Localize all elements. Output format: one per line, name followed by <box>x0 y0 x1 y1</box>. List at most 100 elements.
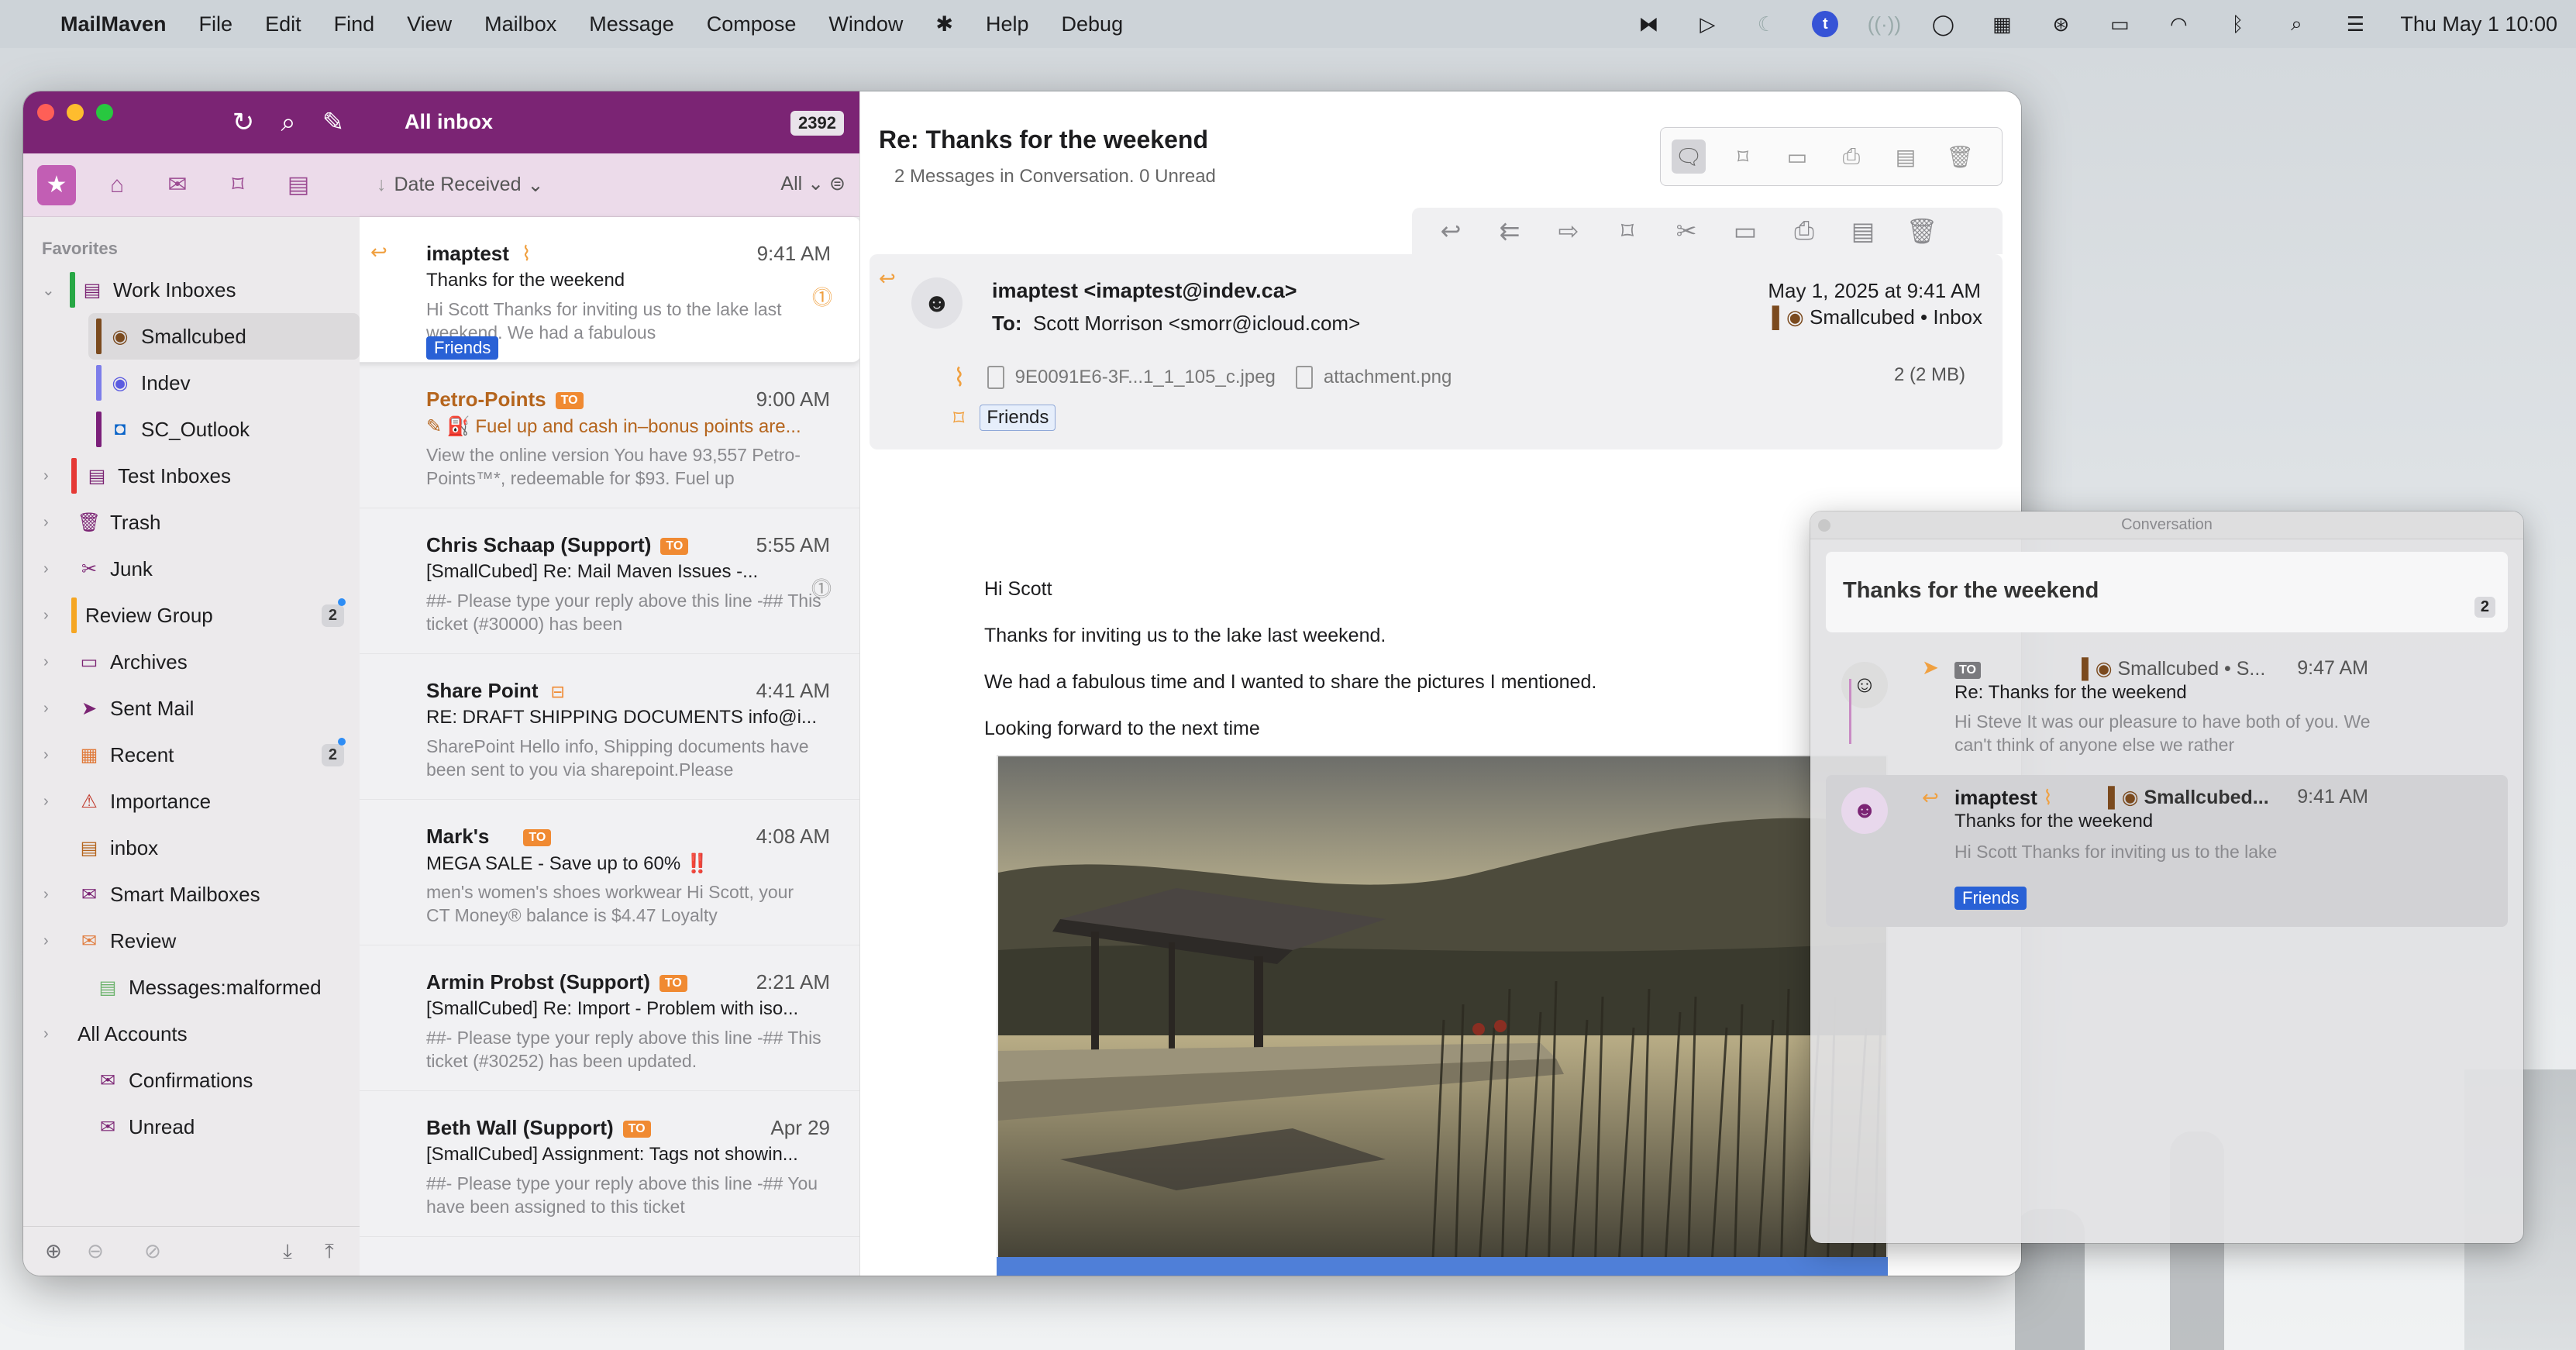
calendar-tab-icon[interactable]: ▤ <box>279 165 318 205</box>
sidebar-item-work-inboxes[interactable]: ⌄ ▤ Work Inboxes <box>23 267 360 313</box>
sidebar-item-recent[interactable]: › ▦ Recent 2 <box>23 732 360 778</box>
sidebar-item-all-accounts[interactable]: › All Accounts <box>23 1011 360 1057</box>
chevron-right-icon[interactable]: › <box>43 514 49 532</box>
import-icon[interactable]: ⤓ <box>276 1239 299 1264</box>
t-app-icon[interactable]: t <box>1811 11 1839 37</box>
chevron-down-icon[interactable]: ⌄ <box>527 174 543 197</box>
chevron-right-icon[interactable]: › <box>43 746 49 764</box>
menu-message[interactable]: Message <box>589 12 674 36</box>
sidebar-item-confirmations[interactable]: ✉ Confirmations <box>23 1057 360 1104</box>
menu-help[interactable]: Help <box>986 12 1029 36</box>
attachment-file[interactable]: 9E0091E6-3F...1_1_105_c.jpeg <box>987 366 1276 389</box>
tag-label[interactable]: Friends <box>980 405 1056 431</box>
chevron-right-icon[interactable]: › <box>43 1025 49 1043</box>
chevron-right-icon[interactable]: › <box>43 467 49 485</box>
action-icon[interactable]: ⊘ <box>141 1239 164 1263</box>
sidebar-item-messages-malformed[interactable]: ▤ Messages:malformed <box>23 964 360 1011</box>
broadcast-icon[interactable]: ((·)) <box>1868 12 1901 36</box>
menu-window[interactable]: Window <box>828 12 903 36</box>
wifi-icon[interactable]: ◠ <box>2164 12 2192 36</box>
list-item[interactable]: Petro-Points TO 9:00 AM ✎ ⛽ Fuel up and c… <box>360 363 859 508</box>
control-center-icon[interactable]: ☰ <box>2341 12 2369 36</box>
search-mailbox-tab-icon[interactable]: ✉ <box>158 165 197 205</box>
favorites-tab-icon[interactable]: ★ <box>37 164 76 205</box>
clapper-icon[interactable]: ▤ <box>1846 216 1880 246</box>
menu-file[interactable]: File <box>199 12 233 36</box>
chevron-right-icon[interactable]: › <box>43 932 49 950</box>
play-icon[interactable]: ▷ <box>1693 12 1721 36</box>
menu-compose[interactable]: Compose <box>707 12 797 36</box>
clapper-icon[interactable]: ▤ <box>1889 139 1923 174</box>
list-item[interactable]: Armin Probst (Support) TO 2:21 AM [SmallC… <box>360 945 859 1091</box>
add-icon[interactable]: ⊕ <box>42 1239 65 1263</box>
print-icon[interactable]: ⎙ <box>1834 139 1868 174</box>
sidebar-item-archives[interactable]: › ▭ Archives <box>23 639 360 685</box>
sidebar-item-indev[interactable]: ◉ Indev <box>23 360 360 406</box>
minimize-window-button[interactable] <box>67 104 84 121</box>
sort-dropdown[interactable]: Date Received <box>394 174 522 196</box>
vpn-icon[interactable]: ⊛ <box>2047 12 2075 36</box>
sidebar-item-importance[interactable]: › ⚠ Importance <box>23 778 360 825</box>
trash-icon[interactable]: 🗑 <box>1943 139 1977 174</box>
reply-all-icon[interactable]: ⇇ <box>1493 216 1527 246</box>
menu-clock[interactable]: Thu May 1 10:00 <box>2400 12 2557 36</box>
menu-view[interactable]: View <box>407 12 452 36</box>
archive-icon[interactable]: ▭ <box>1780 139 1814 174</box>
chevron-right-icon[interactable]: › <box>43 607 49 625</box>
zoom-window-button[interactable] <box>96 104 113 121</box>
conversation-icon[interactable]: 🗨 <box>1672 139 1706 174</box>
tags-tab-icon[interactable]: ⌑ <box>219 165 257 205</box>
forward-icon[interactable]: ⇨ <box>1551 216 1586 246</box>
chevron-right-icon[interactable]: › <box>43 793 49 811</box>
reminder-icon[interactable]: ⓵ <box>812 282 832 311</box>
sidebar-item-inbox[interactable]: ▤ inbox <box>23 825 360 871</box>
sidebar-item-review[interactable]: › ✉ Review <box>23 918 360 964</box>
bug-icon[interactable]: ✱ <box>935 12 953 36</box>
conversation-item[interactable]: ☺ ➤ TO ▌◉ Smallcubed • S... 9:47 AM Re: … <box>1826 642 2508 763</box>
list-item[interactable]: ↩ imaptest ⌇ 9:41 AM Thanks for the weeke… <box>360 217 859 363</box>
circle-icon[interactable]: ◯ <box>1929 12 1957 36</box>
list-item[interactable]: Share Point ⊟ 4:41 AM RE: DRAFT SHIPPING … <box>360 654 859 800</box>
print-icon[interactable]: ⎙ <box>1787 216 1821 246</box>
cast-icon[interactable]: ⧓ <box>1634 12 1662 36</box>
unsubscribe-icon[interactable]: ✂ <box>1669 216 1703 246</box>
export-icon[interactable]: ⤒ <box>318 1239 341 1264</box>
menu-find[interactable]: Find <box>334 12 375 36</box>
attachment-file[interactable]: attachment.png <box>1295 366 1452 389</box>
compose-icon[interactable]: ✎ <box>315 105 352 139</box>
chevron-right-icon[interactable]: › <box>43 886 49 904</box>
menu-edit[interactable]: Edit <box>265 12 301 36</box>
attached-photo-2[interactable] <box>997 1257 1888 1276</box>
sort-arrow-icon[interactable]: ↓ <box>377 174 387 196</box>
reply-icon[interactable]: ↩ <box>1434 216 1468 246</box>
list-item[interactable]: Chris Schaap (Support) TO 5:55 AM [SmallC… <box>360 508 859 654</box>
sidebar-item-junk[interactable]: › ✂ Junk <box>23 546 360 592</box>
chevron-right-icon[interactable]: › <box>43 560 49 578</box>
archive-icon[interactable]: ▭ <box>1728 216 1762 246</box>
mailboxes-tab-icon[interactable]: ⌂ <box>98 165 136 205</box>
moon-icon[interactable]: ☾ <box>1752 12 1780 36</box>
list-item[interactable]: Mark's TO 4:08 AM MEGA SALE - Save up to … <box>360 800 859 945</box>
chevron-right-icon[interactable]: › <box>43 653 49 671</box>
keyboard-icon[interactable]: ▦ <box>1988 12 2016 36</box>
chevron-right-icon[interactable]: › <box>43 700 49 718</box>
menu-debug[interactable]: Debug <box>1062 12 1124 36</box>
filter-dropdown[interactable]: All ⌄ ⊜ <box>780 172 845 195</box>
spotlight-icon[interactable]: ⌕ <box>2282 12 2310 36</box>
sidebar-item-test-inboxes[interactable]: › ▤ Test Inboxes <box>23 453 360 499</box>
trash-icon[interactable]: 🗑 <box>1905 216 1939 246</box>
refresh-icon[interactable]: ↻ <box>225 105 262 139</box>
sidebar-item-unread[interactable]: ✉ Unread <box>23 1104 360 1150</box>
tag-icon[interactable]: ⌑ <box>1726 139 1760 174</box>
remove-icon[interactable]: ⊖ <box>84 1239 107 1263</box>
close-window-button[interactable] <box>37 104 54 121</box>
search-icon[interactable]: ⌕ <box>270 105 307 139</box>
tag-icon[interactable]: ⌑ <box>1610 216 1644 246</box>
sidebar-item-trash[interactable]: › 🗑 Trash <box>23 499 360 546</box>
header-from[interactable]: imaptest <imaptest@indev.ca> <box>992 279 1297 303</box>
bluetooth-icon[interactable]: ᛒ <box>2223 12 2251 36</box>
conversation-item[interactable]: ☻ ↩ imaptest ⌇ ▌◉ Smallcubed... 9:41 AM … <box>1826 775 2508 927</box>
sidebar-item-sent-mail[interactable]: › ➤ Sent Mail <box>23 685 360 732</box>
sidebar-item-review-group[interactable]: › Review Group 2 <box>23 592 360 639</box>
attached-photo[interactable] <box>997 755 1888 1274</box>
